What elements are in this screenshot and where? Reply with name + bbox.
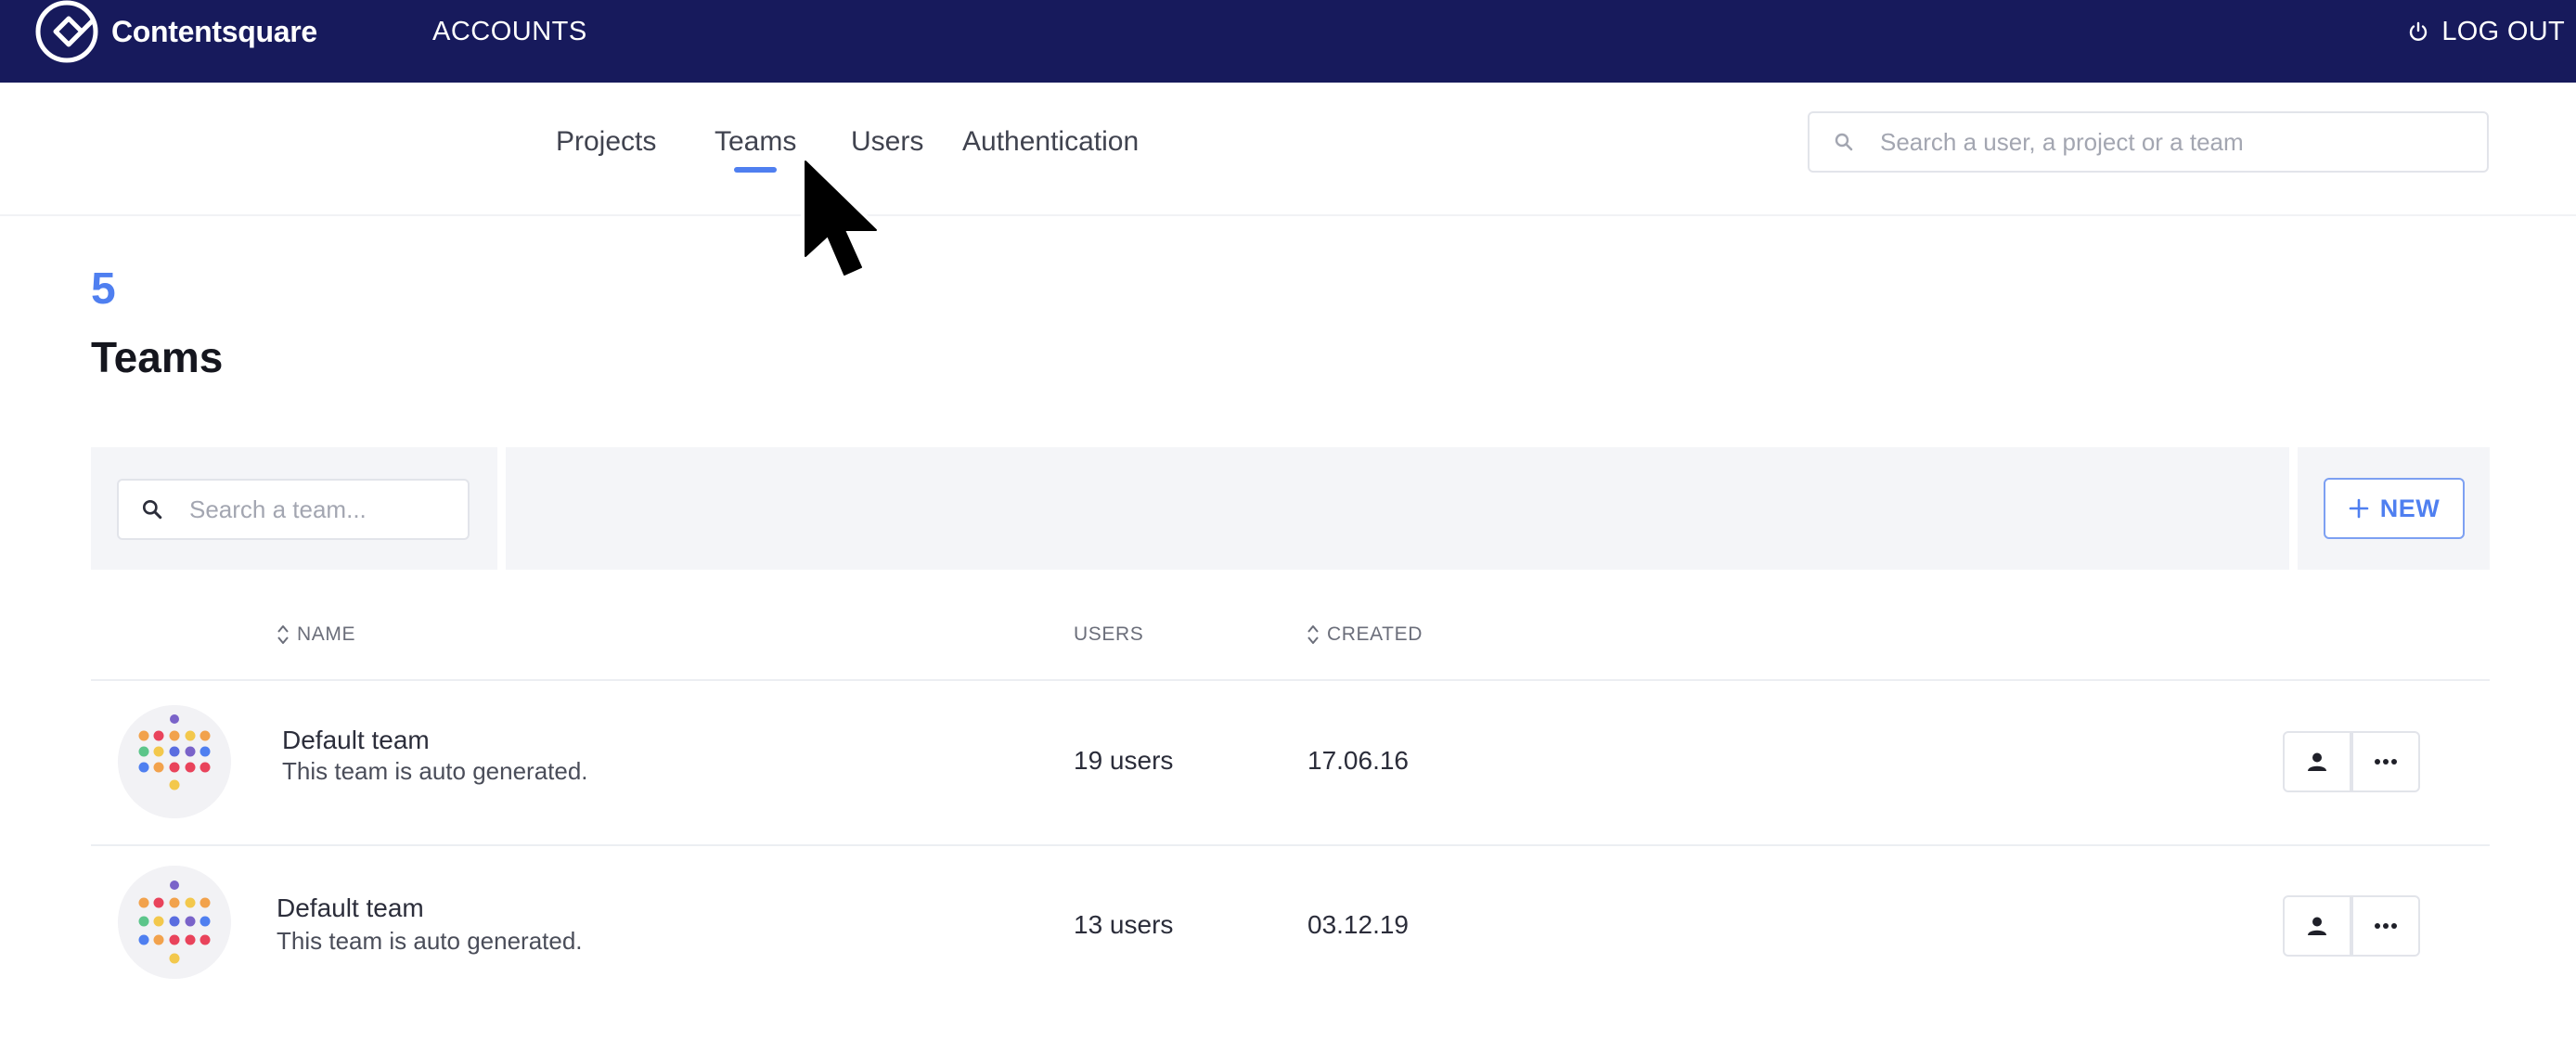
team-created: 03.12.19 xyxy=(1307,910,1409,939)
more-icon xyxy=(2375,923,2397,929)
more-icon xyxy=(2375,759,2397,765)
column-header-created-label: CREATED xyxy=(1327,623,1423,645)
toolbar-spacer xyxy=(506,447,2289,570)
team-name[interactable]: Default team xyxy=(282,726,430,755)
logout-label: LOG OUT xyxy=(2441,16,2565,46)
power-icon xyxy=(2410,21,2428,41)
team-users: 19 users xyxy=(1074,746,1174,775)
team-more-button[interactable] xyxy=(2351,731,2420,792)
accounts-link[interactable]: ACCOUNTS xyxy=(432,0,587,63)
global-search-input[interactable] xyxy=(1878,126,2439,158)
tab-users[interactable]: Users xyxy=(851,126,923,158)
search-icon xyxy=(1835,133,1853,151)
new-team-button[interactable]: NEW xyxy=(2324,478,2465,539)
logo[interactable]: Contentsquare xyxy=(35,0,317,63)
team-search-input[interactable] xyxy=(187,494,423,525)
top-bar: Contentsquare ACCOUNTS LOG OUT xyxy=(0,0,2576,83)
team-avatar-icon xyxy=(118,705,231,818)
logo-text: Contentsquare xyxy=(111,14,317,48)
tab-authentication[interactable]: Authentication xyxy=(962,126,1139,158)
team-more-button[interactable] xyxy=(2351,895,2420,957)
user-icon xyxy=(2308,752,2326,771)
team-search[interactable] xyxy=(117,479,470,540)
tab-teams[interactable]: Teams xyxy=(715,126,796,158)
user-icon xyxy=(2308,917,2326,935)
team-avatar-icon xyxy=(118,866,231,979)
team-users: 13 users xyxy=(1074,910,1174,939)
team-members-button[interactable] xyxy=(2283,895,2351,957)
search-icon xyxy=(142,499,162,520)
sort-icon xyxy=(277,625,289,644)
team-created: 17.06.16 xyxy=(1307,746,1409,775)
toolbar-actions: NEW xyxy=(2298,447,2490,570)
sort-icon xyxy=(1307,625,1319,644)
column-header-users-label: USERS xyxy=(1074,623,1144,645)
global-search[interactable] xyxy=(1808,111,2489,173)
active-tab-indicator xyxy=(734,167,777,173)
logout-button[interactable]: LOG OUT xyxy=(2408,0,2565,63)
toolbar-search-area xyxy=(91,447,497,570)
page-title: Teams xyxy=(91,333,224,381)
column-header-name-label: NAME xyxy=(297,623,356,645)
column-header-created[interactable]: CREATED xyxy=(1307,623,1423,646)
divider xyxy=(91,679,2490,681)
team-count: 5 xyxy=(91,264,116,314)
team-description: This team is auto generated. xyxy=(277,927,583,955)
tab-projects[interactable]: Projects xyxy=(556,126,656,158)
logo-mark-icon xyxy=(35,0,98,63)
divider xyxy=(91,844,2490,846)
new-button-label: NEW xyxy=(2379,494,2441,522)
team-members-button[interactable] xyxy=(2283,731,2351,792)
team-description: This team is auto generated. xyxy=(282,757,588,785)
mouse-cursor-icon xyxy=(801,157,881,279)
column-header-name[interactable]: NAME xyxy=(277,623,355,646)
column-header-users: USERS xyxy=(1074,623,1143,646)
team-name[interactable]: Default team xyxy=(277,893,424,923)
plus-icon xyxy=(2349,498,2369,519)
